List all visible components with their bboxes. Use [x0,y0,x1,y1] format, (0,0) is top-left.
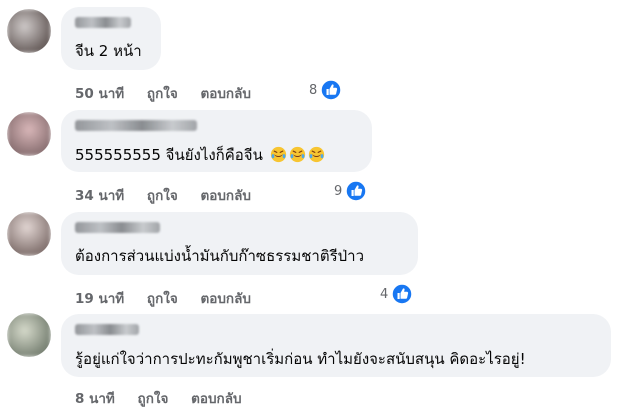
comment-text: ต้องการส่วนแบ่งน้ำมันกับก๊าซธรรมชาติรีป่… [75,247,365,265]
like-action[interactable]: ถูกใจ [147,188,178,204]
like-count: 8 [309,82,318,98]
comment-meta: 34 นาที ถูกใจ ตอบกลับ [75,184,251,206]
comment-time[interactable]: 8 นาที [75,391,115,407]
comment-time[interactable]: 50 นาที [75,86,124,102]
reply-action[interactable]: ตอบกลับ [200,188,250,204]
rofl-emoji [308,146,324,163]
reply-action[interactable]: ตอบกลับ [191,391,241,407]
reply-action[interactable]: ตอบกลับ [200,291,250,307]
like-icon [320,79,343,101]
rofl-emoji [289,146,305,163]
author-name[interactable] [75,17,131,28]
like-count: 4 [380,286,389,302]
rofl-emoji [270,146,286,163]
comment-meta: 19 นาที ถูกใจ ตอบกลับ [75,287,251,309]
reaction-count[interactable]: 9 [334,180,368,202]
like-action[interactable]: ถูกใจ [147,291,178,307]
author-name[interactable] [75,324,139,335]
comment-meta: 50 นาที ถูกใจ ตอบกลับ [75,82,251,104]
reply-action[interactable]: ตอบกลับ [200,86,250,102]
like-icon [391,283,414,305]
avatar[interactable] [7,313,51,357]
avatar[interactable] [7,212,51,256]
reaction-count[interactable]: 4 [380,283,414,305]
author-name[interactable] [75,120,197,131]
reaction-count[interactable]: 8 [309,79,343,101]
like-action[interactable]: ถูกใจ [138,391,169,407]
comment-text: รู้อยู่แก่ใจว่าการปะทะกัมพูชาเริ่มก่อน ท… [75,350,526,368]
author-name[interactable] [75,222,160,233]
comment-time[interactable]: 34 นาที [75,188,124,204]
comment-bubble: รู้อยู่แก่ใจว่าการปะทะกัมพูชาเริ่มก่อน ท… [61,314,611,377]
like-action[interactable]: ถูกใจ [147,86,178,102]
like-icon [345,180,368,202]
avatar[interactable] [7,9,51,53]
like-count: 9 [334,183,343,199]
comment-bubble: ต้องการส่วนแบ่งน้ำมันกับก๊าซธรรมชาติรีป่… [61,212,418,275]
comment-text-content: 555555555 จีนยังไงก็คือจีน [75,146,263,164]
comment-text: 555555555 จีนยังไงก็คือจีน [75,145,325,165]
comment-text: จีน 2 หน้า [75,42,142,60]
comment-time[interactable]: 19 นาที [75,291,124,307]
avatar[interactable] [7,112,51,156]
comment-bubble: 555555555 จีนยังไงก็คือจีน [61,110,372,172]
comment-bubble: จีน 2 หน้า [61,7,161,70]
